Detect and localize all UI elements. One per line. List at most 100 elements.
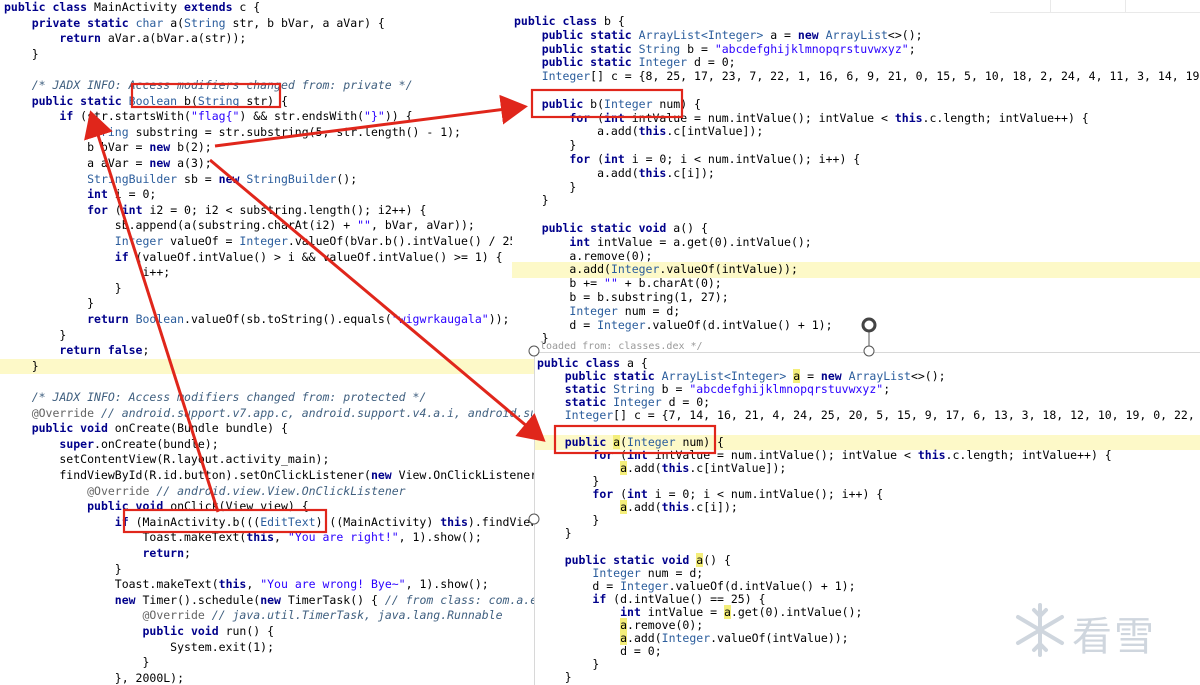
code-token: } <box>4 46 39 61</box>
code-token: int <box>87 187 115 202</box>
code-line: System.exit(1); <box>0 640 534 656</box>
code-token: sb = <box>184 171 219 186</box>
code-token: .c[intValue]); <box>666 124 764 139</box>
code-token: , <box>274 530 288 545</box>
code-token: .get(0).intValue(); <box>730 604 863 619</box>
code-token: intValue = a.get(0).intValue(); <box>597 234 812 249</box>
code-token: MainActivity <box>94 0 185 14</box>
code-token: Integer <box>239 234 288 248</box>
code-token: return false <box>59 343 143 358</box>
code-token: Integer <box>604 96 660 111</box>
code-token: public static <box>31 93 129 108</box>
code-line: } <box>0 562 534 578</box>
code-token: c { <box>239 0 261 14</box>
code-token: .add( <box>627 631 662 646</box>
code-token: static <box>564 395 614 410</box>
code-token: } <box>4 296 95 311</box>
code-token: findViewById(R.id.button).setOnClickList… <box>4 468 371 482</box>
main-activity-code-pane: public class MainActivity extends c { pr… <box>0 0 534 684</box>
code-token: StringBuilder <box>87 171 185 186</box>
code-token: a <box>620 618 628 632</box>
code-token: )); <box>488 312 510 326</box>
code-line: sb.append(a(substring.charAt(i2) + "", b… <box>0 218 534 234</box>
code-token: a.add( <box>514 262 611 277</box>
code-line: super.onCreate(bundle); <box>0 437 534 453</box>
watermark-text: 看雪 <box>1072 614 1156 660</box>
code-token: substring = str.substring(5, str.length(… <box>135 124 461 139</box>
code-line: new Timer().schedule(new TimerTask() { /… <box>0 593 534 609</box>
code-line: private static char a(String str, b bVar… <box>0 16 534 32</box>
code-token: "" <box>604 276 618 291</box>
code-token: () { <box>703 552 731 567</box>
code-token: if <box>114 249 136 264</box>
code-line: } <box>0 47 534 63</box>
code-token: .c[i]); <box>689 500 738 515</box>
code-token: num) { <box>682 434 724 449</box>
code-line: findViewById(R.id.button).setOnClickList… <box>0 468 534 484</box>
code-token: ArrayList <box>825 27 888 42</box>
code-token: return <box>87 312 136 326</box>
code-token: String <box>638 41 688 56</box>
code-token: } <box>537 657 600 672</box>
code-token: public <box>541 96 591 111</box>
code-line: @Override // android.support.v7.app.c, a… <box>0 406 534 422</box>
code-token: super <box>59 436 95 451</box>
code-line: setContentView(R.layout.activity_main); <box>0 452 534 468</box>
code-token: public static <box>541 27 639 42</box>
code-token: .valueOf(d.intValue() + 1); <box>668 578 856 593</box>
code-line: return Boolean.valueOf(sb.toString().equ… <box>0 312 534 328</box>
code-token: num) { <box>659 96 701 111</box>
code-line: } <box>0 296 534 312</box>
code-token: new <box>114 592 143 607</box>
code-token: "abcdefghijklmnopqrstuvwxyz" <box>689 382 884 397</box>
code-token: .valueOf(d.intValue() + 1); <box>645 317 833 332</box>
code-token: [] c = {8, 25, 17, 23, 7, 22, 1, 16, 6, … <box>590 69 1200 84</box>
code-token: "" <box>357 218 371 233</box>
code-token: for <box>592 447 621 462</box>
code-token: new <box>149 156 178 170</box>
code-token: this <box>638 124 667 139</box>
code-line: Integer valueOf = Integer.valueOf(bVar.b… <box>0 234 534 250</box>
code-token: b = b.substring(1, 27); <box>514 290 729 304</box>
code-token: this <box>218 577 247 592</box>
code-token: "You are right!" <box>287 530 399 545</box>
code-line: a aVar = new a(3); <box>0 156 534 172</box>
code-token: } <box>4 358 39 373</box>
code-token: <>(); <box>910 369 946 384</box>
code-line: } <box>535 670 1200 685</box>
code-token: i = 0; i < num.intValue(); i++) { <box>631 152 861 166</box>
code-token: } <box>514 179 577 194</box>
code-token: new <box>370 468 399 482</box>
code-token: public class <box>514 14 605 28</box>
code-token: onClick(View view) { <box>170 499 309 514</box>
code-token: } <box>537 513 600 528</box>
code-token: + b.charAt(0); <box>617 276 722 291</box>
code-token: ( <box>620 487 628 501</box>
code-token: ( <box>114 202 122 217</box>
code-token: , 1).show(); <box>398 530 482 545</box>
code-token: for <box>87 202 115 217</box>
code-token: .remove(0); <box>627 618 704 632</box>
code-token: private static <box>31 15 136 30</box>
code-token: int <box>627 487 655 501</box>
code-token: this <box>894 110 923 125</box>
code-token: int <box>620 604 648 619</box>
code-token: a.add( <box>514 165 639 180</box>
code-token: ArrayList <box>848 369 911 384</box>
code-token: new <box>797 27 826 42</box>
code-line: public static Boolean b(String str) { <box>0 94 534 110</box>
code-token: a() { <box>673 221 708 235</box>
